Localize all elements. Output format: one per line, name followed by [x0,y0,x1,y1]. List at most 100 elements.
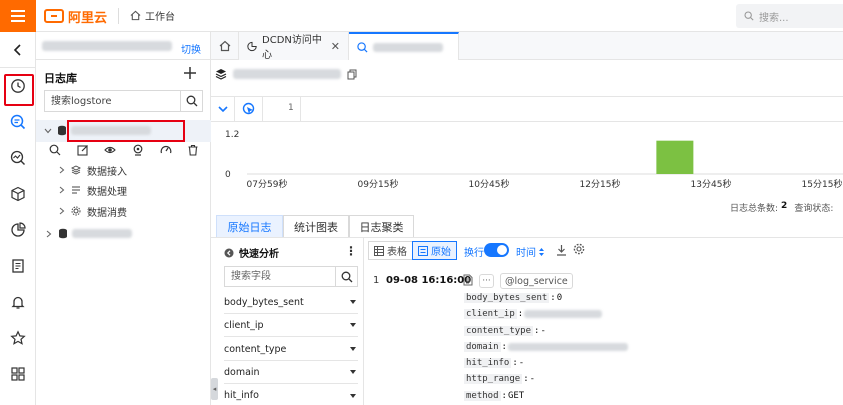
aliyun-logo[interactable]: 阿里云 [44,6,107,26]
home-icon [219,40,230,52]
notebook-icon[interactable] [0,248,36,284]
list-icon [72,186,80,194]
tab-raw-log[interactable]: 原始日志 [216,215,283,237]
chart-search-icon[interactable] [0,140,36,176]
document-icon[interactable] [463,274,473,286]
field-row[interactable]: domain [224,361,358,384]
chevron-right-icon [59,207,65,215]
switch-project-link[interactable]: 切换 [181,41,201,56]
tab-home[interactable] [211,32,239,60]
highlight-box [67,120,185,142]
field-row[interactable]: body_bytes_sent [224,291,358,314]
caret-down-icon[interactable] [350,393,356,398]
chevron-down-icon[interactable] [44,127,52,135]
caret-down-icon[interactable] [350,370,356,374]
query-editor-row[interactable]: 1 [211,96,843,122]
wrap-label: 换行 [464,248,484,259]
copy-icon[interactable] [347,69,357,80]
collapse-circle-icon[interactable] [224,248,234,258]
download-icon[interactable] [556,244,567,256]
log-field: method: GET [464,391,525,401]
log-search-icon[interactable] [0,104,36,140]
time-sort-button[interactable]: 时间 [516,244,545,259]
cube-icon[interactable] [0,176,36,212]
bell-icon[interactable] [0,284,36,320]
close-icon[interactable]: ✕ [331,40,340,53]
gauge-icon[interactable] [160,144,172,156]
query-analyze-button[interactable] [235,97,263,121]
tab-dcdn[interactable]: DCDN访问中心 ✕ [239,32,349,61]
quick-analysis-header[interactable]: 快速分析 [224,245,279,260]
logstore-search[interactable] [44,90,203,112]
trash-icon[interactable] [187,144,199,156]
pie-chart-icon[interactable] [0,212,36,248]
data-ingest-item[interactable]: 数据接入 [58,161,127,179]
wrap-toggle[interactable] [484,243,509,257]
chevron-right-icon[interactable] [45,230,52,238]
workbench-button[interactable]: 工作台 [130,8,175,23]
log-field-value[interactable]: 0 [557,293,562,303]
log-field-key[interactable]: http_range [464,374,523,384]
global-search-input[interactable]: 搜索... [736,4,843,28]
log-field-key[interactable]: method [464,391,501,401]
hamburger-menu-icon[interactable] [0,0,36,32]
tab-stats-chart[interactable]: 统计图表 [283,215,349,237]
data-process-item[interactable]: 数据处理 [58,181,127,199]
query-status-label: 查询状态: [794,204,834,214]
divider [118,8,119,24]
webcam-icon[interactable] [132,144,144,156]
field-search-button[interactable] [335,267,357,286]
logstore-title-redacted [233,69,341,79]
search-icon [744,11,754,21]
cursor-target-icon [242,102,254,115]
caret-down-icon[interactable] [350,300,356,304]
logstore-tree-item[interactable] [36,224,211,244]
sort-icon [539,247,544,256]
table-view-button[interactable]: 表格 [368,241,413,260]
field-name: body_bytes_sent [224,296,304,308]
log-source-tag[interactable]: @log_service [500,273,573,289]
tab-logstore[interactable] [349,32,459,60]
caret-down-icon[interactable] [350,347,356,351]
log-field-value[interactable]: - [530,374,535,384]
log-field-key[interactable]: domain [464,342,501,352]
eye-icon[interactable] [104,144,116,156]
search-icon[interactable] [49,144,61,156]
log-field-value[interactable]: - [540,326,545,336]
gear-icon[interactable] [573,243,585,255]
global-search-placeholder: 搜索... [759,12,789,24]
data-ingest-label: 数据接入 [87,166,127,178]
back-icon[interactable] [0,32,36,68]
data-consume-item[interactable]: 数据消费 [58,202,127,220]
more-icon[interactable]: ⋮ [345,244,357,258]
log-field-key[interactable]: client_ip [464,309,517,319]
log-field-value[interactable]: GET [508,391,524,401]
star-icon[interactable] [0,320,36,356]
field-row[interactable]: client_ip [224,314,358,337]
log-field-key[interactable]: content_type [464,326,534,336]
log-field-key[interactable]: body_bytes_sent [464,293,550,303]
histogram-bar [656,140,694,174]
list-icon [418,245,428,256]
logstore-search-input[interactable] [45,91,180,111]
grid-icon[interactable] [0,356,36,392]
add-icon[interactable] [183,66,197,80]
log-field-key[interactable]: hit_info [464,358,512,368]
layers-icon [215,69,227,80]
top-bar [0,0,843,32]
logstore-search-button[interactable] [180,91,202,111]
log-field-value[interactable]: - [519,358,524,368]
pie-chart-icon [247,41,257,51]
caret-down-icon[interactable] [350,323,356,327]
field-search[interactable] [224,266,358,287]
expand-query-button[interactable] [211,97,235,121]
table-view-label: 表格 [387,247,407,258]
tab-log-cluster[interactable]: 日志聚类 [349,215,414,237]
edit-icon[interactable] [77,144,89,156]
field-row[interactable]: hit_info [224,384,358,405]
more-icon[interactable]: ··· [479,274,494,288]
field-row[interactable]: content_type [224,338,358,361]
field-search-input[interactable] [225,267,335,286]
raw-view-button[interactable]: 原始 [412,241,457,260]
database-icon [58,125,66,136]
